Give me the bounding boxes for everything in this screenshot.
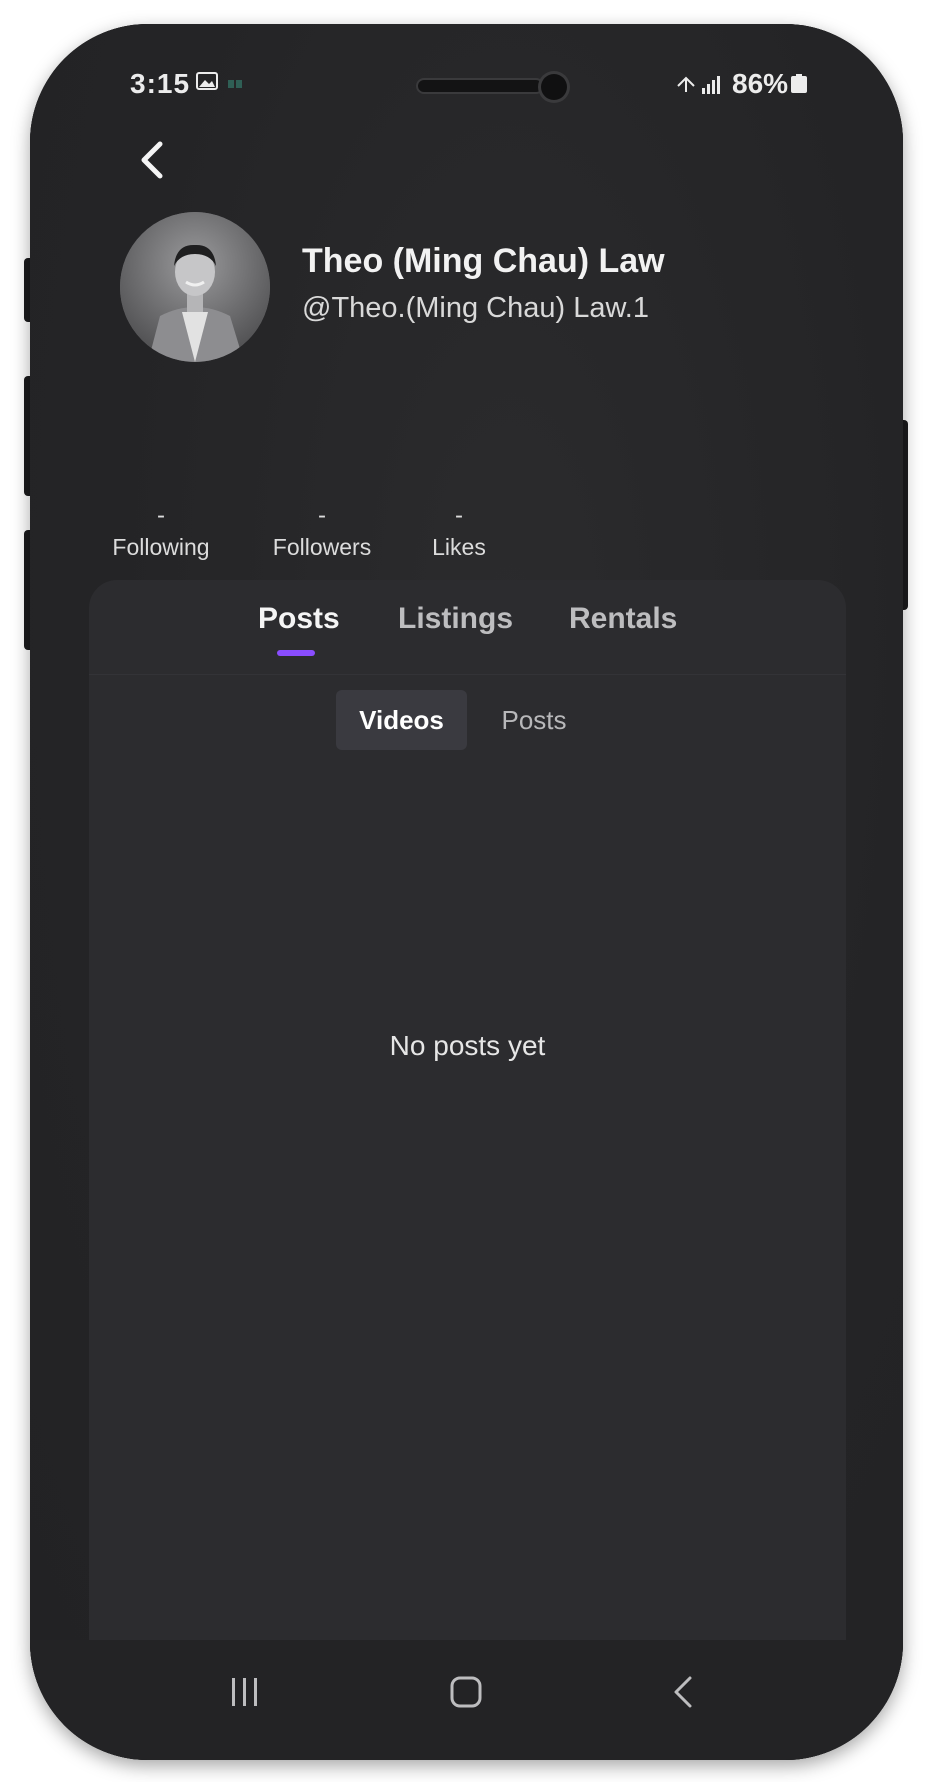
app-notification-icon xyxy=(228,80,242,88)
phone-frame: 3:15 86% Theo (Ming Chau) Law @Theo.(Min… xyxy=(30,24,903,1760)
gallery-notification-icon xyxy=(196,72,218,90)
empty-state-message: No posts yet xyxy=(389,1030,546,1061)
subtab-videos[interactable]: Videos xyxy=(336,690,467,750)
battery-percentage: 86% xyxy=(732,68,789,99)
home-icon xyxy=(450,1676,482,1708)
stat-likes[interactable]: - Likes xyxy=(414,504,504,561)
stat-likes-value: - xyxy=(455,502,463,529)
profile-handle: @Theo.(Ming Chau) Law.1 xyxy=(302,292,649,324)
recent-apps-button[interactable] xyxy=(214,1662,274,1722)
stat-likes-label: Likes xyxy=(432,534,486,560)
profile-tabs: Posts Listings Rentals xyxy=(89,580,846,675)
profile-content-card: Posts Listings Rentals Videos Posts No p… xyxy=(89,580,846,1640)
stat-followers-value: - xyxy=(318,502,326,529)
content-type-switch: Videos Posts xyxy=(89,690,846,750)
stat-followers[interactable]: - Followers xyxy=(266,504,378,561)
system-back-button[interactable] xyxy=(654,1662,714,1722)
stat-following[interactable]: - Following xyxy=(106,504,216,561)
system-navigation-bar xyxy=(30,1640,903,1760)
battery-icon xyxy=(791,74,807,93)
person-photo xyxy=(120,212,270,362)
status-time: 3:15 xyxy=(130,68,191,99)
stat-following-value: - xyxy=(157,502,165,529)
recent-apps-icon xyxy=(232,1678,257,1706)
profile-avatar[interactable] xyxy=(120,212,270,362)
active-tab-indicator xyxy=(277,650,315,656)
home-button[interactable] xyxy=(436,1662,496,1722)
chevron-left-icon xyxy=(141,141,163,179)
signal-icon xyxy=(677,76,720,94)
stat-following-label: Following xyxy=(112,534,210,560)
tab-posts[interactable]: Posts xyxy=(258,602,340,636)
earpiece-speaker xyxy=(418,80,542,92)
tab-rentals[interactable]: Rentals xyxy=(569,602,677,636)
back-button[interactable] xyxy=(124,130,184,190)
stat-followers-label: Followers xyxy=(272,534,372,560)
app-screen: 3:15 86% Theo (Ming Chau) Law @Theo.(Min… xyxy=(30,24,903,1760)
profile-name: Theo (Ming Chau) Law xyxy=(302,242,665,280)
tab-listings[interactable]: Listings xyxy=(398,602,513,636)
front-camera xyxy=(541,74,567,100)
subtab-posts[interactable]: Posts xyxy=(489,690,579,750)
back-chevron-icon xyxy=(674,1676,692,1708)
